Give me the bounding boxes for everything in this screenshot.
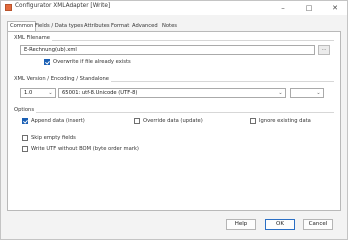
title-bar: Configurator XMLAdapter [Write] – □ ✕ <box>1 1 347 15</box>
version-value: 1.0 <box>24 90 33 96</box>
utf-without-bom-label: Write UTF without BOM (byte order mark) <box>31 146 139 152</box>
append-data-checkbox[interactable] <box>22 118 28 124</box>
xml-filename-input[interactable]: E-Rechnung(ub).xml <box>20 45 315 55</box>
minimize-button[interactable]: – <box>273 1 293 15</box>
tab-advanced[interactable]: Advanced <box>131 22 159 31</box>
ignore-existing-label: Ignore existing data <box>259 118 311 124</box>
cancel-button[interactable]: Cancel <box>303 219 333 230</box>
tab-notes[interactable]: Notes <box>161 22 178 31</box>
common-panel: XML Filename E-Rechnung(ub).xml ... Over… <box>7 31 341 211</box>
standalone-select[interactable]: ⌄ <box>290 88 324 98</box>
chevron-down-icon: ⌄ <box>278 90 283 96</box>
tab-fields-data-types[interactable]: Fields / Data types <box>34 22 84 31</box>
overwrite-label: Overwrite if file already exists <box>53 59 131 65</box>
group-divider <box>14 40 334 41</box>
browse-button[interactable]: ... <box>318 45 330 55</box>
chevron-down-icon: ⌄ <box>48 90 53 96</box>
encoding-value: 65001: utf-8.Unicode (UTF-8) <box>62 90 138 96</box>
tab-attributes[interactable]: Attributes <box>83 22 111 31</box>
override-data-checkbox[interactable] <box>134 118 140 124</box>
window-title: Configurator XMLAdapter [Write] <box>15 3 111 9</box>
utf-without-bom-checkbox[interactable] <box>22 146 28 152</box>
tab-format[interactable]: Format <box>110 22 130 31</box>
group-divider <box>14 112 334 113</box>
help-button[interactable]: Help <box>226 219 256 230</box>
maximize-button[interactable]: □ <box>299 1 319 15</box>
chevron-down-icon: ⌄ <box>316 90 321 96</box>
overwrite-checkbox[interactable] <box>44 59 50 65</box>
options-group-label: Options <box>14 107 37 113</box>
override-data-label: Override data (update) <box>143 118 203 124</box>
encoding-select[interactable]: 65001: utf-8.Unicode (UTF-8) ⌄ <box>58 88 286 98</box>
close-button[interactable]: ✕ <box>325 1 345 15</box>
app-icon <box>5 4 12 11</box>
append-data-label: Append data (insert) <box>31 118 85 124</box>
encoding-group-label: XML Version / Encoding / Standalone <box>14 76 112 82</box>
version-select[interactable]: 1.0 ⌄ <box>20 88 56 98</box>
ignore-existing-checkbox[interactable] <box>250 118 256 124</box>
tab-common[interactable]: Common <box>7 21 37 31</box>
xml-filename-group-label: XML Filename <box>14 35 52 41</box>
configurator-window: Configurator XMLAdapter [Write] – □ ✕ Co… <box>0 0 348 240</box>
skip-empty-label: Skip empty fields <box>31 135 76 141</box>
skip-empty-checkbox[interactable] <box>22 135 28 141</box>
ok-button[interactable]: OK <box>265 219 295 230</box>
